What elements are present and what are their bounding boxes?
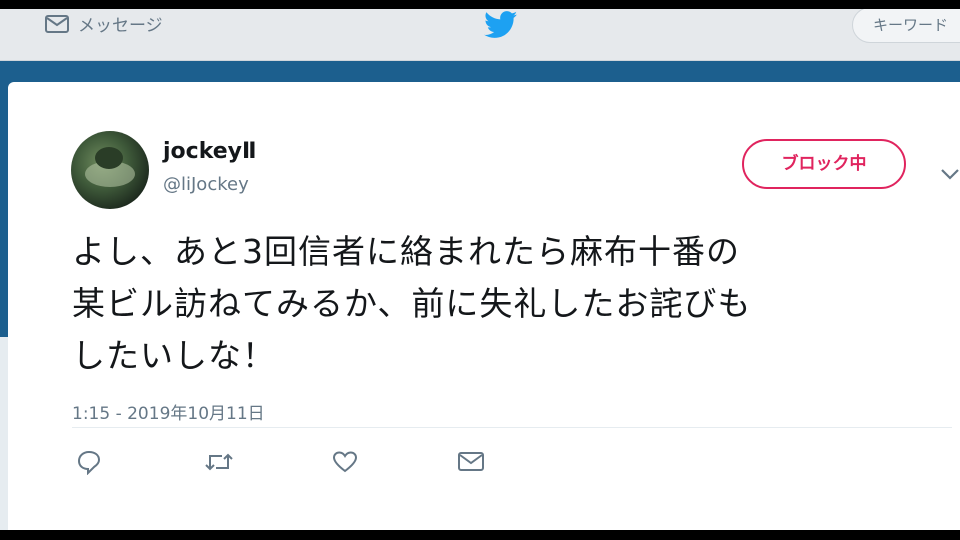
top-navigation-bar: メッセージ キーワード xyxy=(0,9,960,61)
nav-messages[interactable]: メッセージ xyxy=(44,11,163,36)
like-button[interactable] xyxy=(332,449,358,479)
tweet-text: よし、あと3回信者に絡まれたら麻布十番の 某ビル訪ねてみるか、前に失礼したお詫び… xyxy=(72,232,752,375)
screen: メッセージ キーワード jockeyⅡ @liJockey ブロック中 よし、あ… xyxy=(0,9,960,530)
avatar-image-detail-dark xyxy=(95,147,123,169)
nav-messages-label: メッセージ xyxy=(78,16,163,36)
retweet-button[interactable] xyxy=(204,449,234,479)
chevron-down-icon[interactable] xyxy=(940,166,960,185)
blocked-button[interactable]: ブロック中 xyxy=(742,139,906,189)
tweet-card: jockeyⅡ @liJockey ブロック中 よし、あと3回信者に絡まれたら麻… xyxy=(8,82,960,530)
reply-button[interactable] xyxy=(76,449,102,479)
divider xyxy=(72,427,952,428)
search-placeholder: キーワード xyxy=(873,16,949,34)
timeline-edge xyxy=(0,337,8,530)
envelope-icon xyxy=(458,452,484,471)
twitter-bird-icon[interactable] xyxy=(484,11,518,43)
envelope-icon xyxy=(45,14,69,33)
reply-icon xyxy=(77,450,101,476)
retweet-icon xyxy=(205,453,233,471)
direct-message-button[interactable] xyxy=(457,449,485,477)
display-name[interactable]: jockeyⅡ xyxy=(163,139,257,164)
tweet-timestamp[interactable]: 1:15 - 2019年10月11日 xyxy=(72,399,265,424)
user-handle[interactable]: @liJockey xyxy=(163,174,249,195)
heart-icon xyxy=(332,451,358,473)
search-input[interactable]: キーワード xyxy=(852,9,960,43)
avatar[interactable] xyxy=(71,131,149,209)
